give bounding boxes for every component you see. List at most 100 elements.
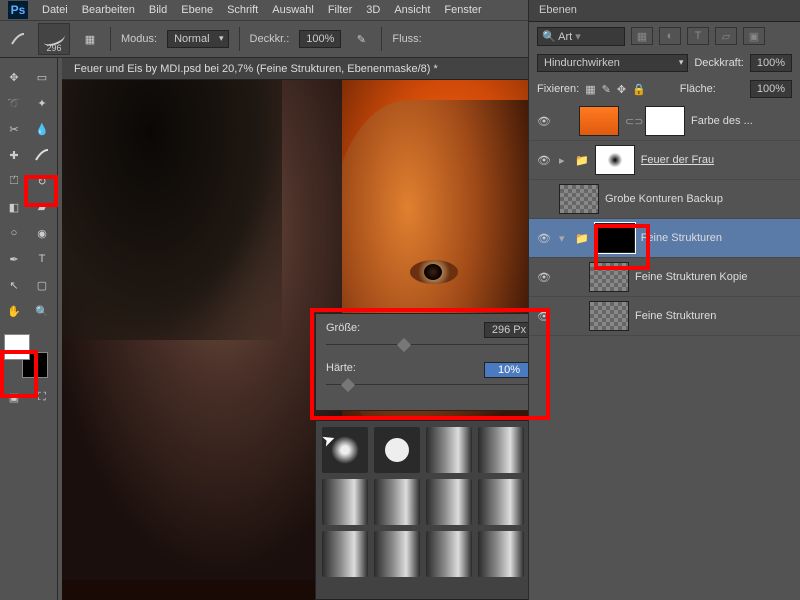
expand-icon[interactable]: ▸ bbox=[559, 154, 569, 167]
brush-preset[interactable] bbox=[374, 531, 420, 577]
lock-pixels-icon[interactable]: ✎ bbox=[602, 83, 611, 96]
gradient-tool[interactable]: ▰ bbox=[29, 195, 55, 219]
screenmode-toggle[interactable]: ⛶ bbox=[29, 385, 55, 409]
mask-thumbnail[interactable] bbox=[595, 223, 635, 253]
eraser-tool[interactable]: ◧ bbox=[1, 195, 27, 219]
visibility-icon[interactable]: 👁 bbox=[535, 115, 553, 128]
brush-preset-picker[interactable]: 296 bbox=[38, 23, 70, 55]
layer-name[interactable]: Grobe Konturen Backup bbox=[605, 193, 794, 205]
menu-item[interactable]: Schrift bbox=[227, 4, 258, 16]
quickmask-toggle[interactable]: ▣ bbox=[1, 385, 27, 409]
move-tool[interactable]: ✥ bbox=[1, 65, 27, 89]
shape-tool[interactable]: ▢ bbox=[29, 273, 55, 297]
brush-preset[interactable] bbox=[426, 427, 472, 473]
mask-thumbnail[interactable] bbox=[595, 145, 635, 175]
mask-thumbnail[interactable] bbox=[645, 106, 685, 136]
layer-name[interactable]: Feine Strukturen bbox=[641, 232, 794, 244]
pen-tool[interactable]: ✒ bbox=[1, 247, 27, 271]
brush-preset[interactable] bbox=[478, 479, 524, 525]
expand-icon[interactable]: ▾ bbox=[559, 232, 569, 245]
hand-tool[interactable]: ✋ bbox=[1, 299, 27, 323]
eyedropper-tool[interactable]: 💧 bbox=[29, 117, 55, 141]
visibility-icon[interactable]: 👁 bbox=[535, 310, 553, 323]
layer-row[interactable]: Grobe Konturen Backup bbox=[529, 180, 800, 219]
fill-value[interactable]: 100% bbox=[750, 80, 792, 98]
menu-item[interactable]: Auswahl bbox=[272, 4, 314, 16]
zoom-tool[interactable]: 🔍 bbox=[29, 299, 55, 323]
brush-preset[interactable] bbox=[426, 479, 472, 525]
menu-item[interactable]: Bild bbox=[149, 4, 167, 16]
layer-opacity-value[interactable]: 100% bbox=[750, 54, 792, 72]
heal-tool[interactable]: ✚ bbox=[1, 143, 27, 167]
layer-thumbnail[interactable] bbox=[589, 262, 629, 292]
filter-smart-icon[interactable]: ▣ bbox=[743, 27, 765, 45]
color-swatches[interactable] bbox=[4, 334, 48, 378]
brush-tool[interactable] bbox=[29, 143, 55, 167]
flow-label: Fluss: bbox=[392, 33, 421, 45]
visibility-icon[interactable]: 👁 bbox=[535, 154, 553, 167]
lasso-tool[interactable]: ➰ bbox=[1, 91, 27, 115]
brush-preset[interactable] bbox=[322, 479, 368, 525]
type-tool[interactable]: T bbox=[29, 247, 55, 271]
lock-all-icon[interactable]: 🔒 bbox=[632, 83, 646, 96]
brush-size-slider[interactable] bbox=[326, 338, 534, 352]
blur-tool[interactable]: ○ bbox=[1, 221, 27, 245]
menu-item[interactable]: Fenster bbox=[444, 4, 481, 16]
layer-name[interactable]: Feine Strukturen Kopie bbox=[635, 271, 794, 283]
layer-row[interactable]: 👁 ⊂⊃ Farbe des ... bbox=[529, 102, 800, 141]
menu-item[interactable]: Ansicht bbox=[394, 4, 430, 16]
layer-thumbnail[interactable] bbox=[589, 301, 629, 331]
layer-row[interactable]: 👁 ▾ 📁 Feine Strukturen bbox=[529, 219, 800, 258]
brush-hardness-slider[interactable] bbox=[326, 378, 534, 392]
brush-panel-toggle-icon[interactable]: ▦ bbox=[80, 29, 100, 49]
layer-row[interactable]: 👁 ▸ 📁 Feuer der Frau bbox=[529, 141, 800, 180]
menu-item[interactable]: Ebene bbox=[181, 4, 213, 16]
history-brush-tool[interactable]: ↻ bbox=[29, 169, 55, 193]
layers-panel: Ebenen 🔍 Art ▾ ▦ ◐ T ▱ ▣ Hindurchwirken … bbox=[528, 0, 800, 600]
brush-size-input[interactable]: 296 Px bbox=[484, 322, 534, 338]
brush-preset[interactable] bbox=[426, 531, 472, 577]
filter-pixel-icon[interactable]: ▦ bbox=[631, 27, 653, 45]
brush-hardness-label: Härte: bbox=[326, 362, 386, 374]
layer-filter-select[interactable]: 🔍 Art ▾ bbox=[537, 27, 625, 46]
menu-item[interactable]: Filter bbox=[328, 4, 352, 16]
layer-row[interactable]: 👁 Feine Strukturen Kopie bbox=[529, 258, 800, 297]
document-tab[interactable]: Feuer und Eis by MDI.psd bei 20,7% (Fein… bbox=[74, 63, 438, 75]
foreground-color-swatch[interactable] bbox=[4, 334, 30, 360]
brush-preset[interactable] bbox=[478, 531, 524, 577]
layer-thumbnail[interactable] bbox=[559, 184, 599, 214]
dodge-tool[interactable]: ◉ bbox=[29, 221, 55, 245]
stamp-tool[interactable]: ⏍ bbox=[1, 169, 27, 193]
filter-shape-icon[interactable]: ▱ bbox=[715, 27, 737, 45]
visibility-icon[interactable]: 👁 bbox=[535, 232, 553, 245]
brush-hardness-input[interactable]: 10% bbox=[484, 362, 534, 378]
brush-preset[interactable] bbox=[322, 531, 368, 577]
wand-tool[interactable]: ✦ bbox=[29, 91, 55, 115]
layer-name[interactable]: Feuer der Frau bbox=[641, 154, 794, 166]
lock-transparency-icon[interactable]: ▦ bbox=[585, 83, 595, 96]
layer-blend-select[interactable]: Hindurchwirken bbox=[537, 54, 688, 72]
layer-name[interactable]: Feine Strukturen bbox=[635, 310, 794, 322]
menu-item[interactable]: Bearbeiten bbox=[82, 4, 135, 16]
fill-label: Fläche: bbox=[680, 83, 716, 95]
brush-preset[interactable] bbox=[374, 427, 420, 473]
lock-position-icon[interactable]: ✥ bbox=[617, 83, 626, 96]
opacity-value[interactable]: 100% bbox=[299, 30, 341, 48]
layer-thumbnail[interactable] bbox=[579, 106, 619, 136]
brush-preset[interactable] bbox=[374, 479, 420, 525]
layer-row[interactable]: 👁 Feine Strukturen bbox=[529, 297, 800, 336]
blend-mode-select[interactable]: Normal bbox=[167, 30, 228, 48]
menu-item[interactable]: Datei bbox=[42, 4, 68, 16]
marquee-tool[interactable]: ▭ bbox=[29, 65, 55, 89]
brush-tool-icon[interactable] bbox=[8, 29, 28, 49]
filter-adjust-icon[interactable]: ◐ bbox=[659, 27, 681, 45]
layer-name[interactable]: Farbe des ... bbox=[691, 115, 794, 127]
brush-preset[interactable] bbox=[478, 427, 524, 473]
filter-type-icon[interactable]: T bbox=[687, 27, 709, 45]
crop-tool[interactable]: ✂ bbox=[1, 117, 27, 141]
menu-item[interactable]: 3D bbox=[366, 4, 380, 16]
panel-tab[interactable]: Ebenen bbox=[529, 0, 800, 22]
path-tool[interactable]: ↖ bbox=[1, 273, 27, 297]
visibility-icon[interactable]: 👁 bbox=[535, 271, 553, 284]
pressure-opacity-icon[interactable]: ✎ bbox=[351, 29, 371, 49]
